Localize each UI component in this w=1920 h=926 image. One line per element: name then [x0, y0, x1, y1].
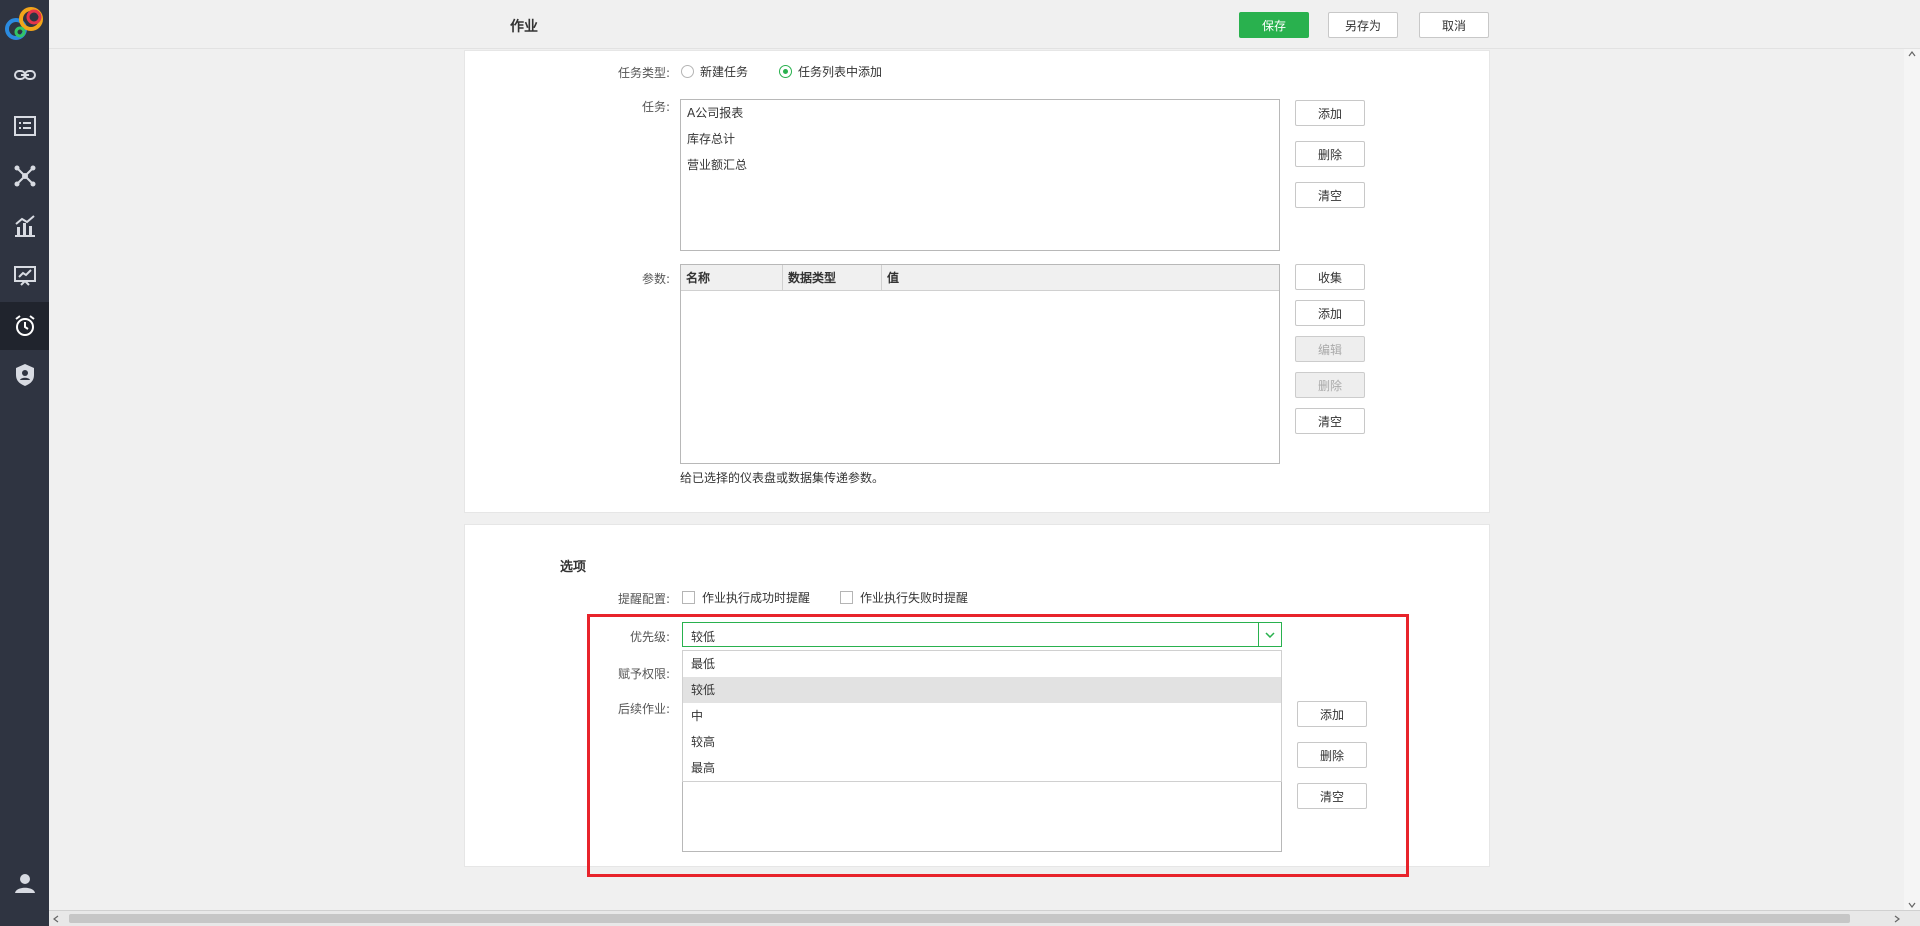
params-delete-button[interactable]: 删除: [1295, 372, 1365, 398]
task-list[interactable]: A公司报表 库存总计 营业额汇总: [680, 99, 1280, 251]
sidebar-item-security[interactable]: [0, 351, 49, 399]
sidebar: [0, 0, 49, 926]
list-item[interactable]: 库存总计: [681, 126, 1279, 152]
list-item[interactable]: 营业额汇总: [681, 152, 1279, 178]
scroll-right-icon[interactable]: [1894, 915, 1900, 923]
cancel-button[interactable]: 取消: [1419, 12, 1489, 38]
save-button[interactable]: 保存: [1239, 12, 1309, 38]
sidebar-item-user[interactable]: [0, 859, 49, 907]
sidebar-item-schedule[interactable]: [0, 302, 49, 350]
list-item[interactable]: A公司报表: [681, 100, 1279, 126]
user-icon: [14, 874, 35, 893]
column-header-type[interactable]: 数据类型: [783, 265, 882, 291]
tasks-label: 任务:: [641, 100, 670, 114]
params-edit-button[interactable]: 编辑: [1295, 336, 1365, 362]
link-icon: [13, 70, 36, 80]
page-title: 作业: [510, 19, 538, 35]
radio-from-list-label[interactable]: 任务列表中添加: [798, 63, 882, 80]
sidebar-item-list[interactable]: [0, 102, 49, 150]
scroll-up-icon[interactable]: [1908, 51, 1916, 57]
reminder-label: 提醒配置:: [617, 592, 670, 606]
params-add-button[interactable]: 添加: [1295, 300, 1365, 326]
options-section-title: 选项: [560, 560, 587, 575]
network-icon: [14, 165, 35, 187]
save-as-button[interactable]: 另存为: [1328, 12, 1398, 38]
task-type-label: 任务类型:: [617, 66, 670, 80]
task-clear-button[interactable]: 清空: [1295, 182, 1365, 208]
reminder-fail-label[interactable]: 作业执行失败时提醒: [860, 589, 968, 606]
sidebar-item-network[interactable]: [0, 152, 49, 200]
shield-user-icon: [15, 364, 34, 386]
alarm-clock-icon: [14, 315, 35, 336]
reminder-success-label[interactable]: 作业执行成功时提醒: [702, 589, 810, 606]
params-hint: 给已选择的仪表盘或数据集传递参数。: [680, 471, 885, 485]
task-delete-button[interactable]: 删除: [1295, 141, 1365, 167]
highlight-box: [587, 614, 1409, 877]
radio-from-list[interactable]: [779, 65, 792, 78]
horizontal-scrollbar[interactable]: [49, 910, 1920, 926]
column-header-name[interactable]: 名称: [681, 265, 783, 291]
radio-new-task-label[interactable]: 新建任务: [700, 63, 748, 80]
radio-new-task[interactable]: [681, 65, 694, 78]
bar-chart-icon: [14, 215, 35, 237]
params-table[interactable]: 名称 数据类型 值: [680, 264, 1280, 464]
list-icon: [13, 116, 36, 136]
reminder-fail-checkbox[interactable]: [840, 591, 853, 604]
column-header-value[interactable]: 值: [882, 265, 1279, 291]
params-clear-button[interactable]: 清空: [1295, 408, 1365, 434]
reminder-success-checkbox[interactable]: [682, 591, 695, 604]
scroll-left-icon[interactable]: [53, 915, 59, 923]
params-label: 参数:: [641, 272, 670, 286]
top-bar: 作业: [49, 0, 1920, 49]
app-logo[interactable]: [0, 0, 49, 49]
params-table-header: 名称 数据类型 值: [681, 265, 1279, 291]
scroll-down-icon[interactable]: [1908, 902, 1916, 908]
sidebar-item-dashboard[interactable]: [0, 252, 49, 300]
task-add-button[interactable]: 添加: [1295, 100, 1365, 126]
presentation-icon: [13, 266, 36, 286]
sidebar-item-datasource[interactable]: [0, 51, 49, 99]
params-collect-button[interactable]: 收集: [1295, 264, 1365, 290]
sidebar-item-analysis[interactable]: [0, 202, 49, 250]
scroll-thumb[interactable]: [69, 914, 1850, 923]
vertical-scrollbar[interactable]: [1904, 49, 1920, 910]
